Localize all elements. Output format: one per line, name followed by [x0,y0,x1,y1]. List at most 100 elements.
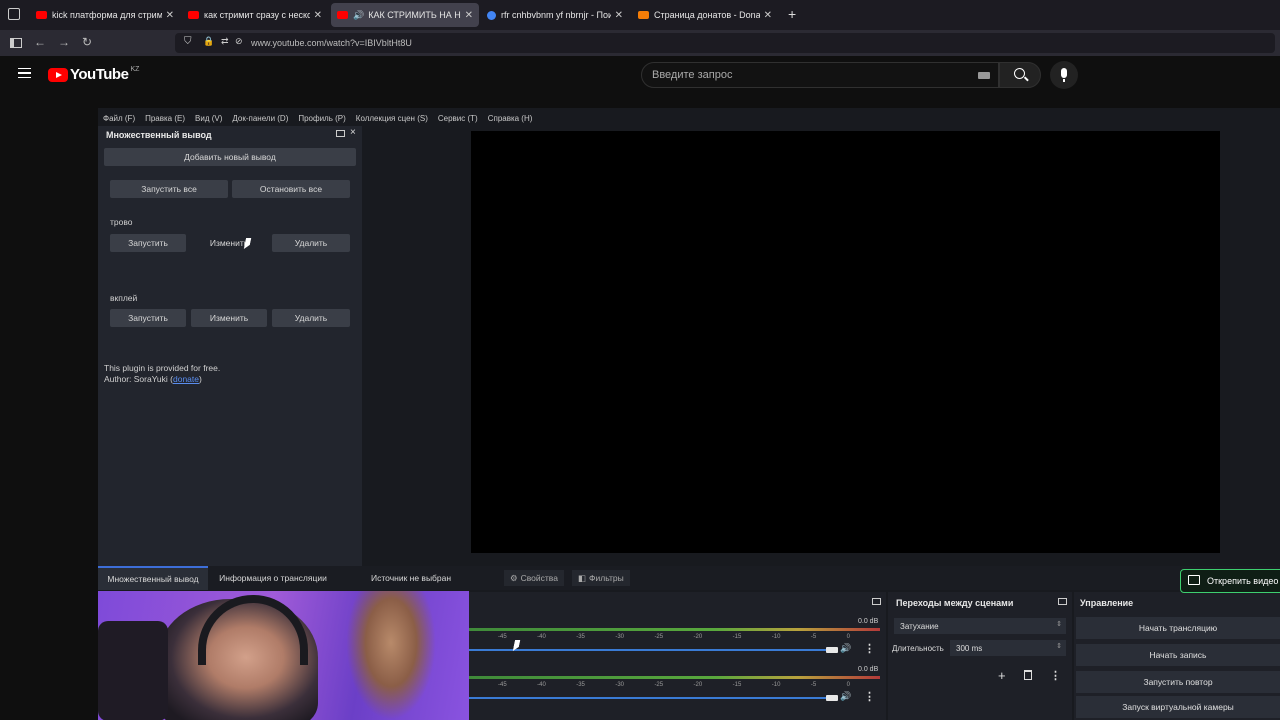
speaker-icon[interactable]: 🔊 [353,10,364,21]
output-name: вкплей [110,293,138,303]
controls-dock: Управление Начать трансляцию Начать запи… [1074,592,1280,720]
youtube-logo[interactable]: YouTube KZ [48,66,139,83]
menu-profile[interactable]: Профиль (P) [298,114,345,123]
browser-tab[interactable]: Страница донатов - Donation ✕ [632,3,778,27]
dock-tab-bar: Множественный вывод Информация о трансля… [98,566,1280,590]
more-options-icon[interactable]: ⋮ [864,642,875,655]
tab-title: КАК СТРИМИТЬ НА НЕСК [368,10,461,20]
start-recording-button[interactable]: Начать запись [1076,644,1280,666]
camera-off-icon[interactable]: ⊘ [235,36,243,47]
start-output-button[interactable]: Запустить [110,309,186,327]
keyboard-icon[interactable] [978,72,990,79]
permissions-icon[interactable]: ⇄ [221,36,229,47]
more-options-icon[interactable]: ⋮ [1050,669,1061,682]
volume-slider[interactable] [468,697,838,699]
browser-tab[interactable]: kick платформа для стримов - ✕ [30,3,180,27]
lock-icon[interactable]: 🔒 [203,36,214,47]
youtube-favicon-icon [36,11,47,19]
audio-level-meter [468,628,880,631]
trash-icon[interactable] [1024,670,1032,680]
start-replay-button[interactable]: Запустить повтор [1076,671,1280,693]
menu-scene-collection[interactable]: Коллекция сцен (S) [356,114,428,123]
search-button[interactable] [999,62,1041,88]
browser-tab[interactable]: как стримит сразу с нескольк ✕ [182,3,328,27]
track-db-readout: 0.0 dB [858,618,879,625]
hamburger-menu-icon[interactable] [18,68,31,78]
volume-slider-handle[interactable] [826,695,838,701]
start-output-button[interactable]: Запустить [110,234,186,252]
search-input[interactable]: Введите запрос [641,62,999,88]
donate-link[interactable]: donate [173,374,199,384]
tab-overview-icon[interactable] [8,8,20,20]
start-streaming-button[interactable]: Начать трансляцию [1076,617,1280,639]
reload-icon[interactable]: ↻ [82,35,92,49]
program-preview [471,131,1220,553]
dock-title: Переходы между сценами [896,598,1014,608]
edit-output-button[interactable]: Изменить [191,234,267,252]
new-tab-button[interactable]: + [788,6,796,22]
audio-level-meter [468,676,880,679]
filters-button[interactable]: ◧ Фильтры [572,570,630,586]
scene-transitions-dock: Переходы между сценами Затухание ⇕ Длите… [888,592,1072,720]
stop-all-button[interactable]: Остановить все [232,180,350,198]
plugin-author: Author: SoraYuki (donate) [104,374,202,384]
microphone-arm [346,591,436,720]
browser-tab-active[interactable]: 🔊 КАК СТРИМИТЬ НА НЕСК ✕ [331,3,479,27]
menu-edit[interactable]: Правка (E) [145,114,185,123]
menu-docks[interactable]: Док-панели (D) [232,114,288,123]
menu-tools[interactable]: Сервис (T) [438,114,478,123]
speaker-icon[interactable]: 🔊 [840,691,851,702]
delete-output-button[interactable]: Удалить [272,234,350,252]
tab-title: как стримит сразу с нескольк [204,10,310,20]
duration-label: Длительность [892,644,944,653]
youtube-logo-text: YouTube [70,66,129,83]
country-code: KZ [130,66,140,73]
unpin-video-button[interactable]: Открепить видео [1180,569,1280,593]
close-tab-icon[interactable]: ✕ [465,10,473,21]
browser-tab[interactable]: rfr cnhbvbnm yf nbrnjr - Поиск ✕ [481,3,629,27]
start-virtual-camera-button[interactable]: Запуск виртуальной камеры [1076,696,1280,718]
plugin-note: This plugin is provided for free. [104,363,221,373]
undock-icon[interactable] [1058,598,1067,605]
url-text[interactable]: www.youtube.com/watch?v=IBIVbltHt8U [251,38,412,48]
audio-mixer: 0.0 dB -45 -40 -35 -30 -25 -20 -15 -10 -… [468,592,886,720]
sidebar-toggle-icon[interactable] [10,38,22,48]
undock-icon[interactable] [336,130,345,137]
tab-multiple-output[interactable]: Множественный вывод [98,566,208,590]
youtube-favicon-icon [337,11,348,19]
voice-search-button[interactable] [1050,61,1078,89]
dock-title: Управление [1080,598,1134,608]
speaker-icon[interactable]: 🔊 [840,643,851,654]
add-transition-icon[interactable]: + [998,668,1006,683]
tab-stream-info[interactable]: Информация о трансляции [212,566,334,590]
close-tab-icon[interactable]: ✕ [615,10,623,21]
url-bar[interactable]: ⛉ 🔒 ⇄ ⊘ www.youtube.com/watch?v=IBIVbltH… [175,33,1275,53]
more-options-icon[interactable]: ⋮ [864,690,875,703]
undock-icon[interactable] [872,598,881,605]
menu-file[interactable]: Файл (F) [103,114,135,123]
menu-help[interactable]: Справка (H) [488,114,533,123]
track-db-readout: 0.0 dB [858,666,879,673]
volume-slider-handle[interactable] [826,647,838,653]
close-tab-icon[interactable]: ✕ [166,10,174,21]
microphone-icon [1061,68,1067,78]
search-placeholder: Введите запрос [652,69,733,81]
properties-button[interactable]: ⚙ Свойства [504,570,564,586]
add-output-button[interactable]: Добавить новый вывод [104,148,356,166]
source-status: Источник не выбран [371,573,452,583]
shield-icon[interactable]: ⛉ [184,36,192,47]
close-tab-icon[interactable]: ✕ [764,10,772,21]
browser-tab-strip: kick платформа для стримов - ✕ как стрим… [0,0,1280,30]
forward-icon[interactable]: → [58,35,70,49]
close-tab-icon[interactable]: ✕ [314,10,322,21]
edit-output-button[interactable]: Изменить [191,309,267,327]
close-dock-icon[interactable]: × [350,127,356,138]
unpin-label: Открепить видео [1207,576,1279,586]
transition-select[interactable]: Затухание ⇕ [894,618,1066,634]
duration-spinbox[interactable]: 300 ms ⇕ [950,640,1066,656]
delete-output-button[interactable]: Удалить [272,309,350,327]
back-icon[interactable]: ← [34,35,46,49]
start-all-button[interactable]: Запустить все [110,180,228,198]
menu-view[interactable]: Вид (V) [195,114,222,123]
volume-slider[interactable] [468,649,838,651]
